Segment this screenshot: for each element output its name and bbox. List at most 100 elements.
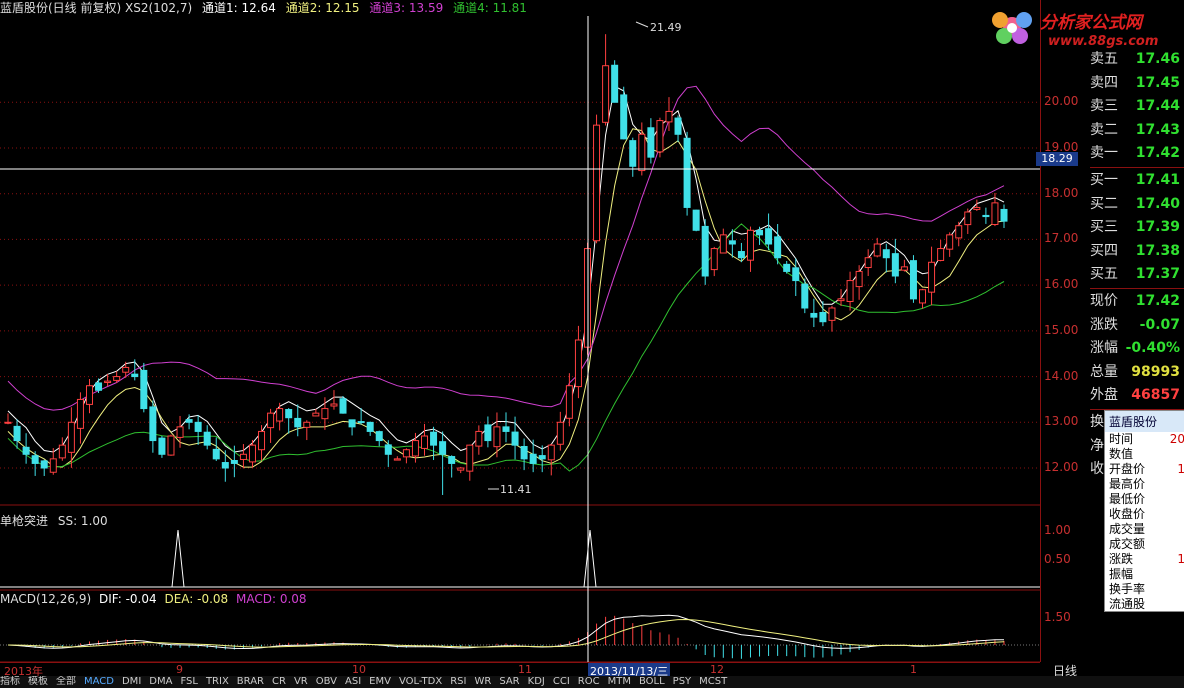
candle-body [312, 412, 320, 417]
candle-body [837, 298, 845, 302]
macd-value: MACD: 0.08 [236, 592, 307, 606]
indicator1-tick-2: 0.50 [1044, 552, 1071, 566]
quote-label: 涨幅 [1090, 340, 1118, 357]
tab-emv[interactable]: EMV [369, 676, 391, 687]
tab-指标[interactable]: 指标 [0, 676, 20, 687]
quote-row: 卖二 17.43 [1090, 119, 1184, 143]
info-row: 流通股 [1105, 597, 1184, 612]
tab-obv[interactable]: OBV [316, 676, 337, 687]
candle-body [810, 312, 818, 318]
tab-psy[interactable]: PSY [673, 676, 692, 687]
candle-body [629, 140, 637, 167]
info-row: 换手率 [1105, 582, 1184, 597]
candle-body [746, 229, 754, 261]
info-row: 成交额 [1105, 537, 1184, 552]
candle-body [421, 435, 429, 449]
candle-body [665, 110, 673, 123]
macd-dif: DIF: -0.04 [98, 592, 157, 606]
candle-body [928, 261, 936, 293]
candle-body [656, 120, 664, 153]
candle-body [565, 385, 573, 419]
candle-body [113, 376, 121, 381]
channel3-line [7, 85, 1005, 411]
candle-body [982, 214, 990, 218]
quote-value: 17.38 [1135, 242, 1180, 259]
tab-roc[interactable]: ROC [578, 676, 600, 687]
channel1-line [7, 85, 1005, 453]
candle-body [864, 257, 872, 269]
quote-row: 总量 98993 [1090, 361, 1184, 385]
candle-body [973, 206, 981, 210]
tab-asi[interactable]: ASI [345, 676, 361, 687]
info-row: 涨跌 1 [1105, 552, 1184, 567]
candle-body [230, 460, 238, 464]
tab-brar[interactable]: BRAR [237, 676, 264, 687]
info-window[interactable]: 蓝盾股份 时间 20 数值 开盘价 1 最高价 最低价 收盘价 成交量 成交额 涨跌 1 振幅 换手率 流通… [1104, 410, 1184, 612]
price-tick: 18.00 [1044, 185, 1079, 200]
candle-body [212, 448, 220, 460]
quote-label: 卖四 [1090, 74, 1118, 91]
quote-label: 涨跌 [1090, 316, 1118, 333]
candle-body [49, 458, 57, 473]
info-label: 时间 [1109, 432, 1134, 446]
quote-label: 现价 [1090, 292, 1118, 309]
candle-body [756, 229, 764, 236]
tab-cci[interactable]: CCI [553, 676, 570, 687]
info-value: 1 [1177, 552, 1184, 566]
indicator-tabs: 指标 模板 全部 MACD DMI DMA FSL TRIX BRAR CR VR OBV ASI EMV… [0, 676, 1184, 688]
tab-mtm[interactable]: MTM [608, 676, 631, 687]
info-row: 成交量 [1105, 522, 1184, 537]
candle-body [58, 444, 66, 459]
candle-body [203, 431, 211, 446]
candlestick-chart[interactable]: 21.49 11.41 [0, 0, 1040, 662]
tab-模板[interactable]: 模板 [28, 676, 48, 687]
tab-macd[interactable]: MACD [84, 676, 114, 687]
candle-body [792, 267, 800, 282]
candle-body [783, 263, 791, 272]
tab-trix[interactable]: TRIX [206, 676, 229, 687]
x-label-oct: 10 [352, 663, 366, 676]
candle-body [593, 124, 601, 242]
tab-wr[interactable]: WR [474, 676, 491, 687]
quote-separator [1090, 287, 1184, 289]
tab-sar[interactable]: SAR [499, 676, 519, 687]
tab-vr[interactable]: VR [294, 676, 308, 687]
info-value: 1 [1177, 462, 1184, 476]
candle-body [991, 202, 999, 226]
candle-body [611, 64, 619, 103]
candle-body [140, 369, 148, 410]
quote-row: 买五 17.37 [1090, 263, 1184, 287]
quote-value: 17.43 [1135, 121, 1180, 138]
candle-body [493, 426, 501, 448]
tab-kdj[interactable]: KDJ [528, 676, 545, 687]
quote-row: 涨跌 -0.07 [1090, 314, 1184, 338]
info-label: 最低价 [1109, 492, 1146, 506]
candle-body [674, 117, 682, 135]
tab-fsl[interactable]: FSL [180, 676, 198, 687]
x-label-jan: 1 [910, 663, 917, 676]
candle-body [149, 406, 157, 442]
candle-body [303, 421, 311, 428]
info-row: 时间 20 [1105, 432, 1184, 447]
tab-mcst[interactable]: MCST [699, 676, 727, 687]
flower-icon [992, 12, 1032, 44]
quote-value: 46857 [1131, 387, 1180, 404]
tab-cr[interactable]: CR [272, 676, 286, 687]
tab-boll[interactable]: BOLL [639, 676, 665, 687]
candle-body [411, 440, 419, 457]
candle-body [248, 444, 256, 463]
candle-body [620, 94, 628, 140]
tab-dma[interactable]: DMA [149, 676, 172, 687]
candle-body [366, 421, 374, 432]
info-row: 开盘价 1 [1105, 462, 1184, 477]
quote-label: 卖二 [1090, 121, 1118, 138]
tab-vol-tdx[interactable]: VOL-TDX [399, 676, 442, 687]
candle-body [774, 236, 782, 259]
tab-全部[interactable]: 全部 [56, 676, 76, 687]
info-label: 涨跌 [1109, 552, 1134, 566]
tab-rsi[interactable]: RSI [450, 676, 466, 687]
candle-body [900, 266, 908, 271]
quote-label: 总量 [1090, 363, 1118, 380]
tab-dmi[interactable]: DMI [122, 676, 141, 687]
signal-spike [583, 529, 597, 588]
